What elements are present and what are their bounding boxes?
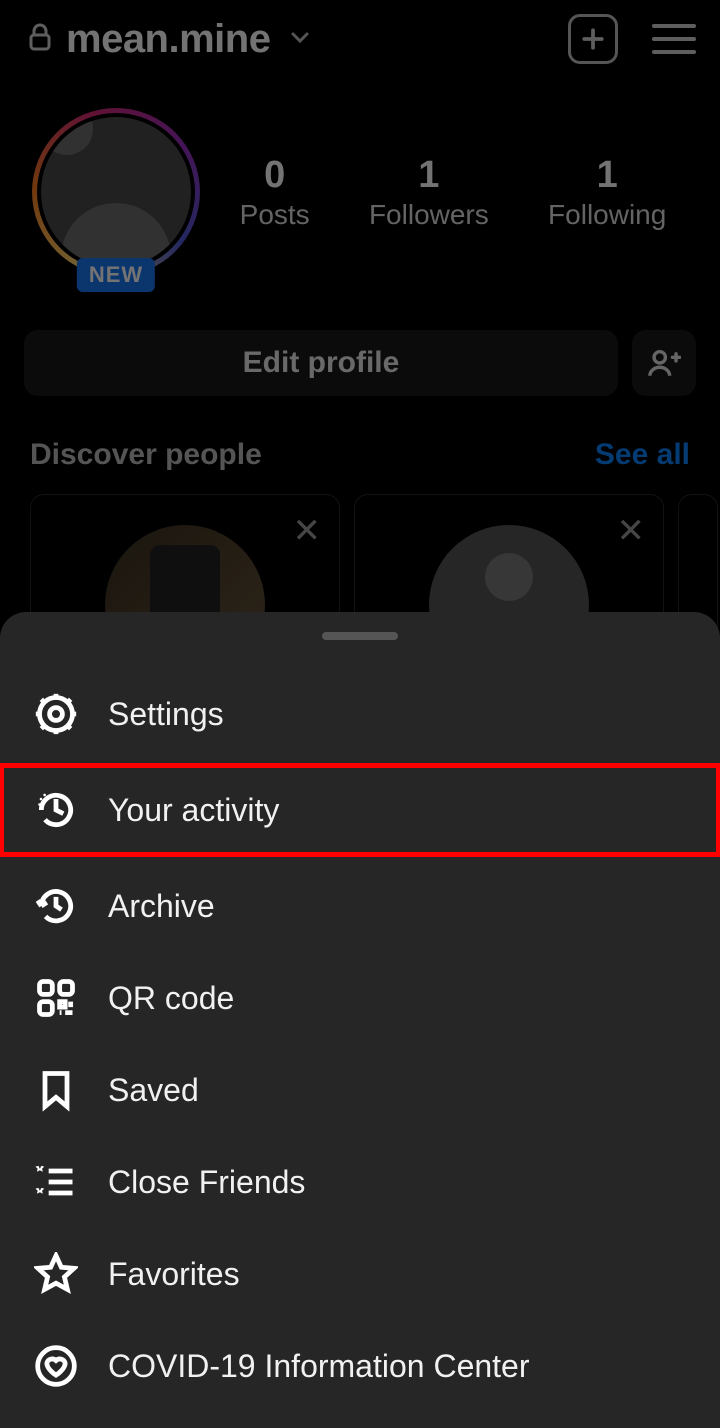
options-bottom-sheet: Settings Your activity Archive QR code Saved… <box>0 612 720 1428</box>
menu-item-label: COVID-19 Information Center <box>108 1348 530 1385</box>
hamburger-menu-button[interactable] <box>652 24 696 54</box>
closefriends-icon <box>34 1160 78 1204</box>
menu-item-label: Favorites <box>108 1256 240 1293</box>
archive-icon <box>34 884 78 928</box>
menu-item-label: Saved <box>108 1072 199 1109</box>
discover-title: Discover people <box>30 438 262 472</box>
menu-item-label: Settings <box>108 696 224 733</box>
heart-circle-icon <box>34 1344 78 1388</box>
menu-item-label: QR code <box>108 980 234 1017</box>
stat-value: 1 <box>369 154 489 197</box>
menu-item-your-activity[interactable]: Your activity <box>0 764 720 856</box>
menu-item-label: Close Friends <box>108 1164 305 1201</box>
profile-stats: 0 Posts 1 Followers 1 Following <box>210 154 696 231</box>
new-badge: NEW <box>77 258 155 292</box>
bookmark-icon <box>34 1068 78 1112</box>
stat-label: Posts <box>240 199 310 231</box>
profile-actions: Edit profile <box>0 286 720 396</box>
stat-followers[interactable]: 1 Followers <box>369 154 489 231</box>
stat-following[interactable]: 1 Following <box>548 154 666 231</box>
profile-header: mean.mine <box>0 0 720 78</box>
qrcode-icon <box>34 976 78 1020</box>
profile-avatar[interactable]: NEW <box>32 108 200 276</box>
star-icon <box>34 1252 78 1296</box>
create-button[interactable] <box>568 14 618 64</box>
stat-value: 0 <box>240 154 310 197</box>
close-icon[interactable]: ✕ <box>293 511 322 551</box>
menu-item-covid-19-information-center[interactable]: COVID-19 Information Center <box>0 1320 720 1412</box>
menu-item-label: Archive <box>108 888 215 925</box>
discover-header: Discover people See all <box>0 396 720 472</box>
stat-posts[interactable]: 0 Posts <box>240 154 310 231</box>
stat-value: 1 <box>548 154 666 197</box>
menu-item-settings[interactable]: Settings <box>0 668 720 760</box>
menu-item-archive[interactable]: Archive <box>0 860 720 952</box>
menu-item-saved[interactable]: Saved <box>0 1044 720 1136</box>
chevron-down-icon[interactable] <box>288 25 312 54</box>
username-label[interactable]: mean.mine <box>66 17 270 62</box>
lock-icon <box>28 23 52 56</box>
activity-icon <box>34 788 78 832</box>
menu-item-qr-code[interactable]: QR code <box>0 952 720 1044</box>
gear-icon <box>34 692 78 736</box>
stat-label: Following <box>548 199 666 231</box>
see-all-link[interactable]: See all <box>595 438 690 472</box>
options-menu: Settings Your activity Archive QR code Saved… <box>0 668 720 1412</box>
discover-people-button[interactable] <box>632 330 696 396</box>
close-icon[interactable]: ✕ <box>617 511 646 551</box>
sheet-grabber[interactable] <box>322 632 398 640</box>
menu-item-favorites[interactable]: Favorites <box>0 1228 720 1320</box>
menu-item-close-friends[interactable]: Close Friends <box>0 1136 720 1228</box>
edit-profile-button[interactable]: Edit profile <box>24 330 618 396</box>
stat-label: Followers <box>369 199 489 231</box>
menu-item-label: Your activity <box>108 792 279 829</box>
profile-summary: NEW 0 Posts 1 Followers 1 Following <box>0 78 720 286</box>
